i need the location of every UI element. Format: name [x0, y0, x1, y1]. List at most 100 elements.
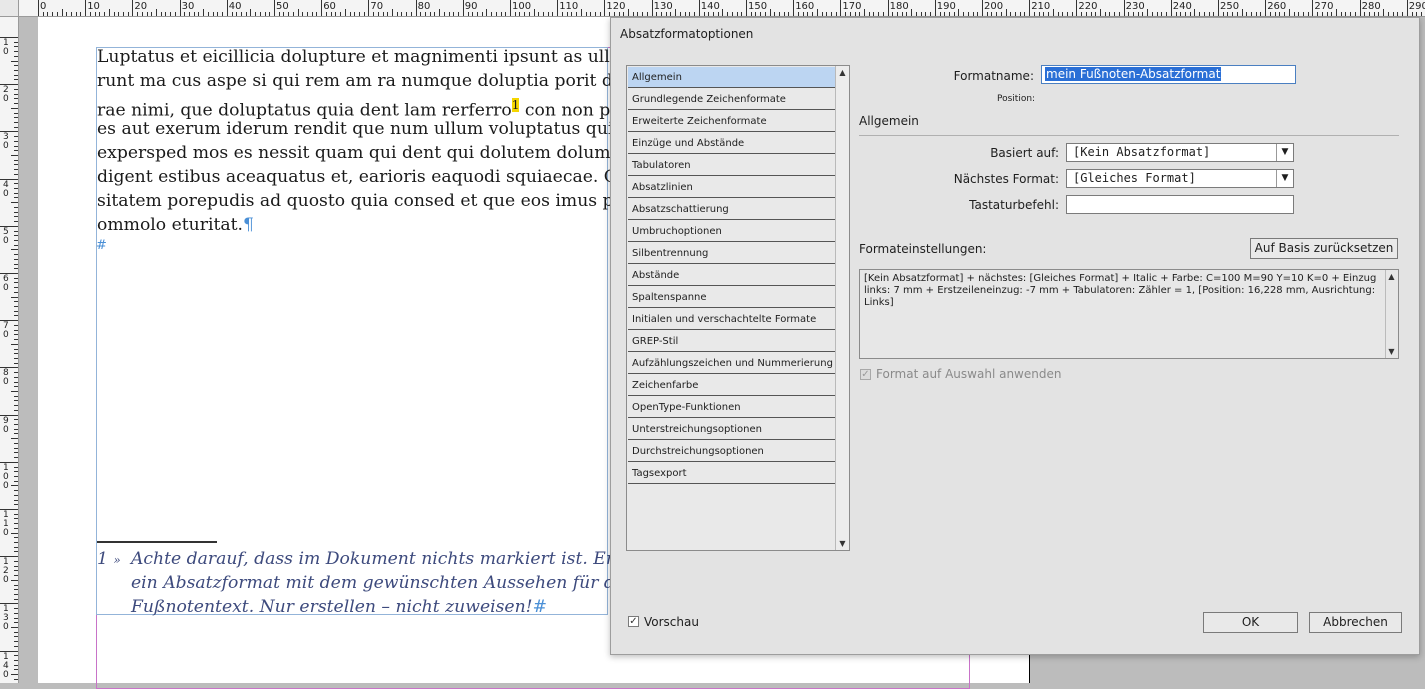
ruler-tick	[1029, 0, 1031, 16]
shortcut-input[interactable]	[1066, 195, 1294, 214]
ruler-minor-tick	[750, 12, 752, 16]
ruler-minor-tick	[14, 206, 18, 208]
paragraph-style-options-dialog: Absatzformatoptionen Allgemein Grundlegen…	[610, 17, 1420, 655]
ruler-minor-tick	[779, 12, 781, 16]
ruler-label: 120	[606, 1, 626, 12]
ruler-minor-tick	[14, 636, 18, 638]
ruler-minor-tick	[1279, 12, 1281, 16]
category-item[interactable]: Aufzählungszeichen und Nummerierung	[628, 353, 835, 374]
category-item[interactable]: Silbentrennung	[628, 243, 835, 264]
ruler-minor-tick	[1321, 12, 1323, 16]
category-item[interactable]: Unterstreichungsoptionen	[628, 419, 835, 440]
ruler-label: 220	[1078, 1, 1098, 12]
ruler-minor-tick	[14, 428, 18, 430]
ruler-minor-tick	[14, 339, 18, 341]
ruler-minor-tick	[628, 9, 629, 16]
footnote-text[interactable]: 1 » Achte darauf, dass im Dokument nichts…	[97, 547, 663, 619]
category-list[interactable]: Allgemein Grundlegende Zeichenformate Erwe…	[626, 65, 850, 551]
ok-button[interactable]: OK	[1203, 612, 1298, 633]
ruler-minor-tick	[156, 9, 157, 16]
ruler-minor-tick	[741, 12, 743, 16]
ruler-minor-tick	[340, 12, 342, 16]
body-line: digent estibus aceaquatus et, earioris e…	[97, 167, 666, 187]
ruler-minor-tick	[14, 513, 18, 515]
style-settings-summary[interactable]: [Kein Absatzformat] + nächstes: [Gleiche…	[859, 269, 1399, 359]
formatname-input[interactable]: mein Fußnoten-Absatzformat	[1041, 65, 1296, 84]
ruler-minor-tick	[1331, 12, 1333, 16]
ruler-minor-tick	[835, 12, 837, 16]
footnote-separator-rule	[97, 541, 217, 543]
ruler-minor-tick	[14, 159, 18, 161]
category-item[interactable]: Absatzlinien	[628, 177, 835, 198]
apply-to-selection-checkbox[interactable]: ✓	[860, 369, 871, 380]
ruler-minor-tick	[486, 9, 488, 16]
ruler-minor-tick	[1364, 12, 1366, 16]
category-item[interactable]: Durchstreichungsoptionen	[628, 441, 835, 462]
category-item[interactable]: Absatzschattierung	[628, 199, 835, 220]
ruler-minor-tick	[14, 79, 18, 81]
ruler-minor-tick	[533, 9, 535, 16]
ruler-minor-tick	[646, 12, 648, 16]
ruler-minor-tick	[14, 230, 18, 232]
category-item[interactable]: GREP-Stil	[628, 331, 835, 352]
ruler-minor-tick	[689, 12, 691, 16]
category-item[interactable]: Grundlegende Zeichenformate	[628, 89, 835, 110]
ruler-minor-tick	[571, 12, 573, 16]
ruler-minor-tick	[816, 9, 818, 16]
ruler-minor-tick	[476, 12, 478, 16]
body-text[interactable]: Luptatus et eicillicia dolupture et magn…	[97, 45, 666, 237]
ruler-minor-tick	[1033, 12, 1035, 16]
ruler-minor-tick	[420, 12, 422, 16]
reset-to-base-button[interactable]: Auf Basis zurücksetzen	[1250, 238, 1398, 259]
ruler-minor-tick	[217, 12, 219, 16]
category-item[interactable]: Abstände	[628, 265, 835, 286]
ruler-minor-tick	[14, 409, 18, 411]
category-item[interactable]: Allgemein	[628, 67, 835, 88]
ruler-minor-tick	[14, 150, 18, 152]
ruler-minor-tick	[1416, 12, 1418, 16]
next-style-select[interactable]: [Gleiches Format] ▼	[1066, 169, 1294, 188]
scroll-down-icon[interactable]: ▼	[837, 538, 848, 549]
ruler-tick	[415, 0, 417, 16]
ruler-minor-tick	[42, 12, 44, 16]
ruler-minor-tick	[14, 244, 18, 246]
ruler-minor-tick	[675, 9, 677, 16]
ruler-label: 80	[3, 368, 9, 388]
scroll-up-icon[interactable]: ▲	[1386, 271, 1397, 282]
category-item[interactable]: Umbruchoptionen	[628, 221, 835, 242]
category-item[interactable]: Einzüge und Abstände	[628, 133, 835, 154]
ruler-minor-tick	[429, 12, 431, 16]
horizontal-ruler[interactable]: 0 10 20 30 40 50 60 70 80 90 100 110 120 130 140 150 160…	[0, 0, 1425, 17]
ruler-label: 180	[889, 1, 909, 12]
vertical-ruler[interactable]: 10 20 30 40 50 60 70 80 90 100 110 120 130 140	[0, 17, 19, 683]
category-item[interactable]: Spaltenspanne	[628, 287, 835, 308]
ruler-minor-tick	[269, 12, 271, 16]
category-item[interactable]: OpenType-Funktionen	[628, 397, 835, 418]
category-item[interactable]: Zeichenfarbe	[628, 375, 835, 396]
ruler-tick	[274, 0, 275, 16]
ruler-tick	[321, 0, 323, 16]
ruler-minor-tick	[1420, 12, 1422, 16]
category-list-scrollbar[interactable]: ▲ ▼	[835, 66, 849, 550]
scroll-up-icon[interactable]: ▲	[837, 67, 848, 78]
ruler-minor-tick	[231, 12, 233, 16]
ruler-label: 50	[3, 226, 9, 246]
preview-checkbox[interactable]: ✓	[628, 616, 639, 627]
ruler-origin[interactable]	[0, 0, 19, 16]
ruler-minor-tick	[14, 263, 18, 265]
category-item[interactable]: Initialen und verschachtelte Formate	[628, 309, 835, 330]
ruler-label: 140	[700, 1, 720, 12]
body-line: Luptatus et eicillicia dolupture et magn…	[97, 47, 626, 67]
ruler-minor-tick	[14, 419, 18, 421]
ruler-minor-tick	[240, 12, 242, 16]
ruler-minor-tick	[524, 12, 526, 16]
category-item[interactable]: Tabulatoren	[628, 155, 835, 176]
cancel-button[interactable]: Abbrechen	[1309, 612, 1402, 633]
ruler-minor-tick	[665, 12, 667, 16]
category-item[interactable]: Tagsexport	[628, 463, 835, 484]
ruler-label: 70	[3, 321, 9, 341]
settings-scrollbar[interactable]: ▲ ▼	[1385, 270, 1398, 358]
based-on-select[interactable]: [Kein Absatzformat] ▼	[1066, 143, 1294, 162]
scroll-down-icon[interactable]: ▼	[1386, 346, 1397, 357]
category-item[interactable]: Erweiterte Zeichenformate	[628, 111, 835, 132]
